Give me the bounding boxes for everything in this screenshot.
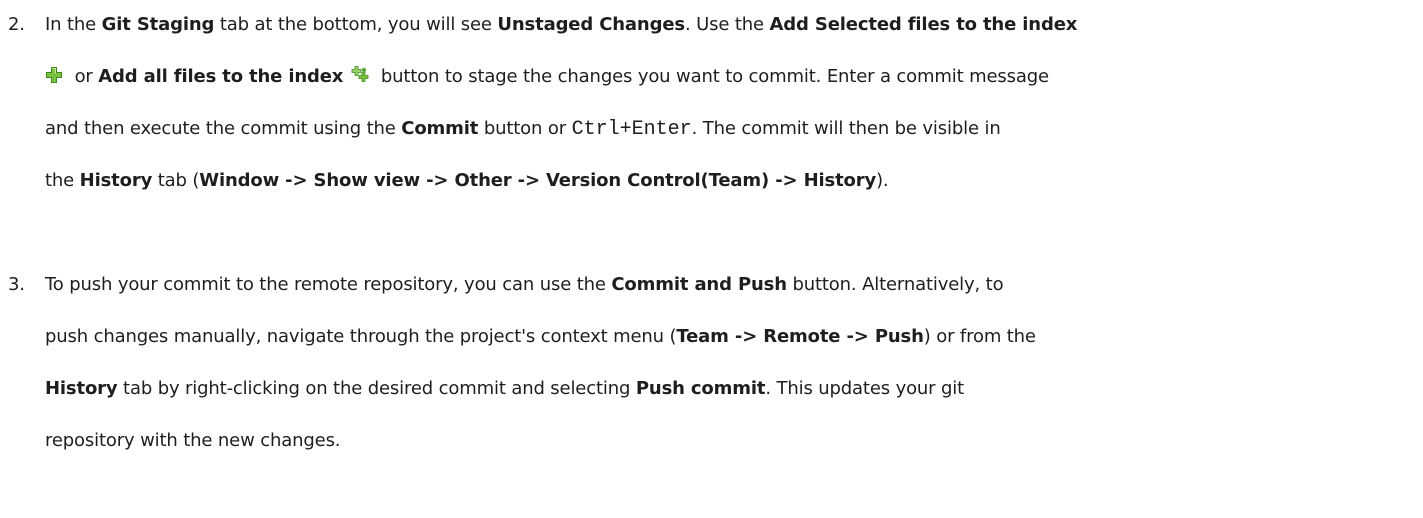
text: button. Alternatively, to (786, 274, 1004, 295)
ui-term-commit-and-push: Commit and Push (611, 274, 787, 295)
text: tab at the bottom, you will see (214, 14, 498, 35)
text: . Use the (684, 14, 770, 35)
text: or (69, 66, 99, 87)
step-2-line-3: and then execute the commit using the Co… (45, 118, 1001, 141)
document: 2. In the Git Staging tab at the bottom,… (0, 0, 1423, 518)
step-3-line-4: repository with the new changes. (45, 430, 341, 451)
keyboard-shortcut: Ctrl+Enter (571, 118, 692, 141)
menu-path-history: Window -> Show view -> Other -> Version … (199, 170, 877, 191)
text: In the (45, 14, 102, 35)
step-3-line-1: To push your commit to the remote reposi… (45, 274, 1004, 295)
ui-term-unstaged-changes: Unstaged Changes (497, 14, 685, 35)
ui-term-add-selected-files: Add Selected files to the index (769, 14, 1078, 35)
text: and then execute the commit using the (45, 118, 402, 139)
text: ) or from the (923, 326, 1036, 347)
step-2-line-1: In the Git Staging tab at the bottom, yo… (45, 14, 1077, 35)
text: . This updates your git (765, 378, 965, 399)
text: button to stage the changes you want to … (375, 66, 1049, 87)
ui-term-history: History (79, 170, 153, 191)
step-2-line-4: the History tab (Window -> Show view -> … (45, 170, 889, 191)
text: push changes manually, navigate through … (45, 326, 677, 347)
text: To push your commit to the remote reposi… (45, 274, 612, 295)
ui-term-git-staging: Git Staging (101, 14, 215, 35)
green-plus-multiple-icon (351, 66, 369, 84)
text: ). (876, 170, 889, 191)
step-2-line-2: or Add all files to the index button to … (45, 66, 1049, 87)
ui-term-history: History (45, 378, 118, 399)
step-3-line-2: push changes manually, navigate through … (45, 326, 1036, 347)
text: the (45, 170, 80, 191)
text: button or (478, 118, 572, 139)
ui-term-push-commit: Push commit (635, 378, 766, 399)
text: . The commit will then be visible in (691, 118, 1001, 139)
text: tab ( (152, 170, 200, 191)
text: repository with the new changes. (45, 430, 341, 451)
menu-path-push: Team -> Remote -> Push (676, 326, 924, 347)
step-number: 3. (8, 274, 25, 295)
green-plus-icon (45, 66, 63, 84)
step-number: 2. (8, 14, 25, 35)
text: tab by right-clicking on the desired com… (117, 378, 636, 399)
ui-term-commit: Commit (401, 118, 479, 139)
ui-term-add-all-files: Add all files to the index (98, 66, 344, 87)
step-3-line-3: History tab by right-clicking on the des… (45, 378, 964, 399)
